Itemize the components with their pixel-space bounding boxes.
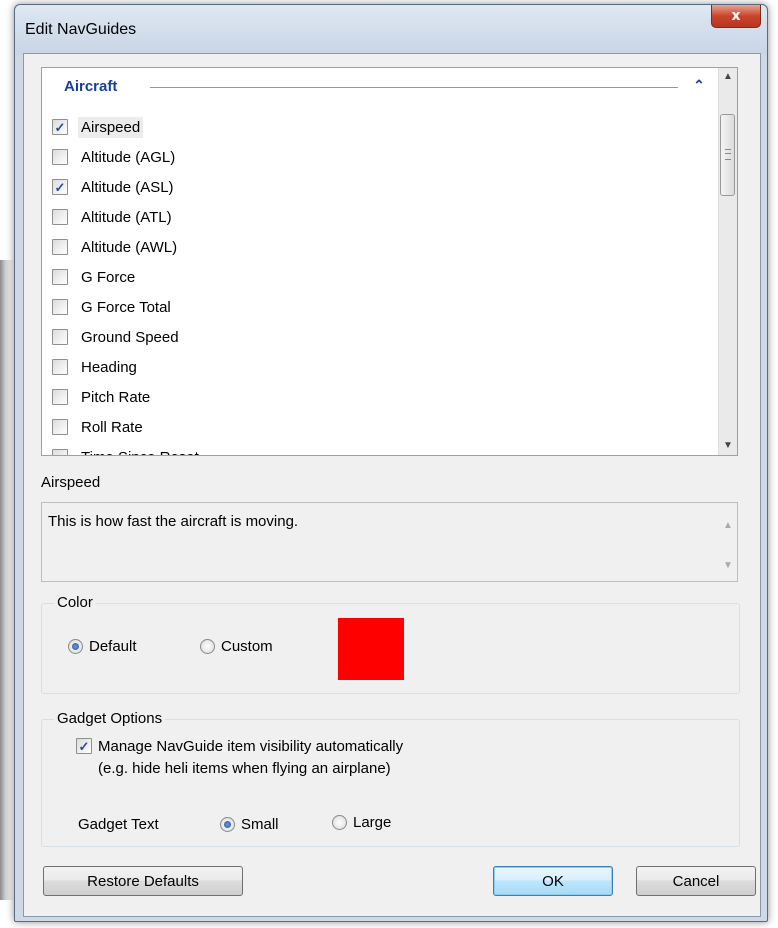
list-item[interactable]: G Force <box>52 262 202 292</box>
item-label: G Force <box>81 268 136 286</box>
dialog-title: Edit NavGuides <box>25 21 137 38</box>
list-item[interactable]: Time Since Reset <box>52 442 202 456</box>
description-scrollbar[interactable]: ▲ ▼ <box>719 503 737 581</box>
manage-visibility-line2: (e.g. hide heli items when flying an air… <box>98 760 391 777</box>
list-item[interactable]: Altitude (ATL) <box>52 202 202 232</box>
small-label: Small <box>241 816 279 833</box>
item-label: Altitude (ASL) <box>81 178 174 196</box>
chevron-up-icon[interactable]: ⌃ <box>690 76 708 94</box>
list-item[interactable]: Heading <box>52 352 202 382</box>
restore-defaults-button[interactable]: Restore Defaults <box>43 866 243 896</box>
scrollbar-thumb[interactable] <box>720 114 735 196</box>
item-label: Time Since Reset <box>78 447 202 456</box>
item-label: Roll Rate <box>81 418 143 436</box>
background-shadow <box>0 260 14 900</box>
item-label: Airspeed <box>78 116 144 138</box>
item-label: Ground Speed <box>81 328 179 346</box>
group-title: Aircraft <box>64 78 118 95</box>
navguide-list[interactable]: Aircraft ⌃ ✓ Airspeed Altitude (AGL) ✓ A… <box>41 67 738 456</box>
list-item[interactable]: ✓ Airspeed <box>52 112 202 142</box>
item-label: Pitch Rate <box>81 388 151 406</box>
description-title: Airspeed <box>41 474 101 491</box>
item-checkbox[interactable] <box>52 269 68 285</box>
gadget-text-label: Gadget Text <box>78 816 159 833</box>
close-button[interactable]: x <box>711 5 761 28</box>
scroll-up-icon[interactable]: ▲ <box>719 517 737 535</box>
item-checkbox[interactable] <box>52 329 68 345</box>
list-item[interactable]: Ground Speed <box>52 322 202 352</box>
dialog-content: Aircraft ⌃ ✓ Airspeed Altitude (AGL) ✓ A… <box>23 53 761 917</box>
scroll-down-icon[interactable]: ▼ <box>719 557 737 575</box>
item-checkbox[interactable] <box>52 209 68 225</box>
large-label: Large <box>353 814 392 831</box>
navguide-items: ✓ Airspeed Altitude (AGL) ✓ Altitude (AS… <box>52 112 202 456</box>
list-item[interactable]: G Force Total <box>52 292 202 322</box>
grip-icon <box>725 149 731 160</box>
manage-visibility-option[interactable]: ✓ Manage NavGuide item visibility automa… <box>76 736 403 780</box>
color-default-option[interactable]: Default <box>68 638 137 655</box>
item-label: Altitude (AWL) <box>81 238 178 256</box>
gadget-options-group: Gadget Options ✓ Manage NavGuide item vi… <box>41 710 740 847</box>
list-item[interactable]: Pitch Rate <box>52 382 202 412</box>
item-checkbox[interactable]: ✓ <box>52 119 68 135</box>
gadget-options-legend: Gadget Options <box>54 710 166 727</box>
close-icon: x <box>731 8 741 24</box>
item-label: Altitude (ATL) <box>81 208 172 226</box>
list-item[interactable]: ✓ Altitude (ASL) <box>52 172 202 202</box>
color-group: Color Default Custom <box>41 594 740 694</box>
color-custom-option[interactable]: Custom <box>200 638 273 655</box>
custom-radio[interactable] <box>200 639 215 654</box>
item-checkbox[interactable] <box>52 359 68 375</box>
ok-button[interactable]: OK <box>493 866 613 896</box>
list-item[interactable]: Roll Rate <box>52 412 202 442</box>
gadget-text-small-option[interactable]: Small <box>220 816 279 833</box>
title-bar[interactable]: Edit NavGuides x <box>15 5 767 55</box>
description-box: This is how fast the aircraft is moving.… <box>41 502 738 582</box>
list-item[interactable]: Altitude (AWL) <box>52 232 202 262</box>
list-item[interactable]: Altitude (AGL) <box>52 142 202 172</box>
gadget-text-large-option[interactable]: Large <box>332 814 391 831</box>
item-label: Heading <box>81 358 137 376</box>
item-checkbox[interactable] <box>52 149 68 165</box>
manage-visibility-label: Manage NavGuide item visibility automati… <box>98 736 403 780</box>
item-checkbox[interactable]: ✓ <box>52 179 68 195</box>
item-checkbox[interactable] <box>52 239 68 255</box>
group-header-aircraft[interactable]: Aircraft ⌃ <box>42 68 718 102</box>
item-checkbox[interactable] <box>52 419 68 435</box>
scroll-up-icon[interactable]: ▲ <box>719 68 737 86</box>
edit-navguides-dialog: Edit NavGuides x Aircraft ⌃ ✓ Airspeed A… <box>14 4 768 922</box>
manage-visibility-line1: Manage NavGuide item visibility automati… <box>98 738 404 755</box>
manage-visibility-checkbox[interactable]: ✓ <box>76 738 92 754</box>
color-legend: Color <box>54 594 96 611</box>
list-scrollbar[interactable]: ▲ ▼ <box>718 68 737 455</box>
small-radio[interactable] <box>220 817 235 832</box>
group-divider <box>150 87 678 88</box>
item-checkbox[interactable] <box>52 449 68 455</box>
item-checkbox[interactable] <box>52 299 68 315</box>
item-label: G Force Total <box>81 298 171 316</box>
color-swatch[interactable] <box>338 618 404 680</box>
large-radio[interactable] <box>332 815 347 830</box>
scroll-down-icon[interactable]: ▼ <box>719 437 737 455</box>
default-radio[interactable] <box>68 639 83 654</box>
item-label: Altitude (AGL) <box>81 148 176 166</box>
custom-label: Custom <box>221 638 273 655</box>
default-label: Default <box>89 638 137 655</box>
item-checkbox[interactable] <box>52 389 68 405</box>
description-text: This is how fast the aircraft is moving. <box>48 513 299 530</box>
cancel-button[interactable]: Cancel <box>636 866 756 896</box>
